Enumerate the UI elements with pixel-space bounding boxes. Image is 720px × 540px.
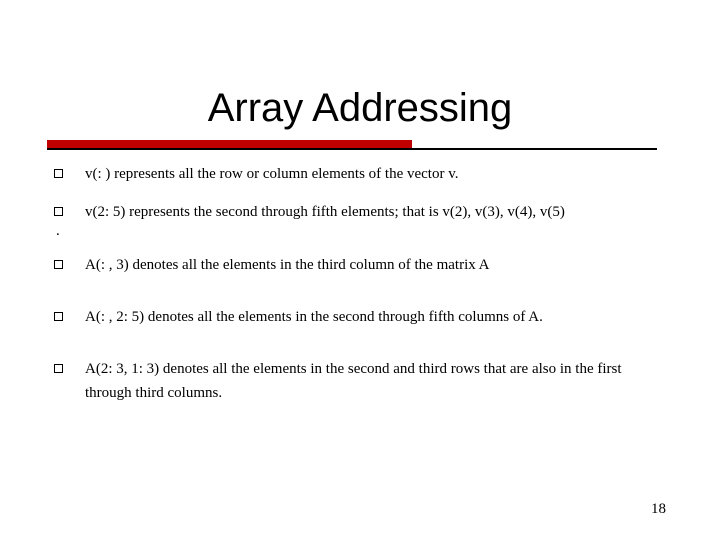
bullet-list: v(: ) represents all the row or column e… xyxy=(54,162,666,405)
trailing-dot: . xyxy=(54,224,666,239)
slide-title: Array Addressing xyxy=(0,86,720,131)
list-item: A(2: 3, 1: 3) denotes all the elements i… xyxy=(54,357,666,405)
square-bullet-icon xyxy=(54,312,63,321)
spacer xyxy=(54,329,666,357)
bullet-text: A(: , 2: 5) denotes all the elements in … xyxy=(85,305,666,329)
list-item: v(2: 5) represents the second through fi… xyxy=(54,200,666,224)
spacer xyxy=(54,186,666,200)
underline-thin-line xyxy=(47,148,657,150)
title-underline xyxy=(47,140,657,150)
square-bullet-icon xyxy=(54,364,63,373)
spacer xyxy=(54,277,666,305)
square-bullet-icon xyxy=(54,169,63,178)
bullet-text: A(: , 3) denotes all the elements in the… xyxy=(85,253,666,277)
square-bullet-icon xyxy=(54,260,63,269)
slide: Array Addressing v(: ) represents all th… xyxy=(0,0,720,540)
bullet-text: A(2: 3, 1: 3) denotes all the elements i… xyxy=(85,357,666,405)
list-item: v(: ) represents all the row or column e… xyxy=(54,162,666,186)
list-item: A(: , 2: 5) denotes all the elements in … xyxy=(54,305,666,329)
bullet-text: v(2: 5) represents the second through fi… xyxy=(85,200,666,224)
square-bullet-icon xyxy=(54,207,63,216)
list-item: A(: , 3) denotes all the elements in the… xyxy=(54,253,666,277)
bullet-text: v(: ) represents all the row or column e… xyxy=(85,162,666,186)
page-number: 18 xyxy=(651,501,666,518)
spacer xyxy=(54,239,666,253)
